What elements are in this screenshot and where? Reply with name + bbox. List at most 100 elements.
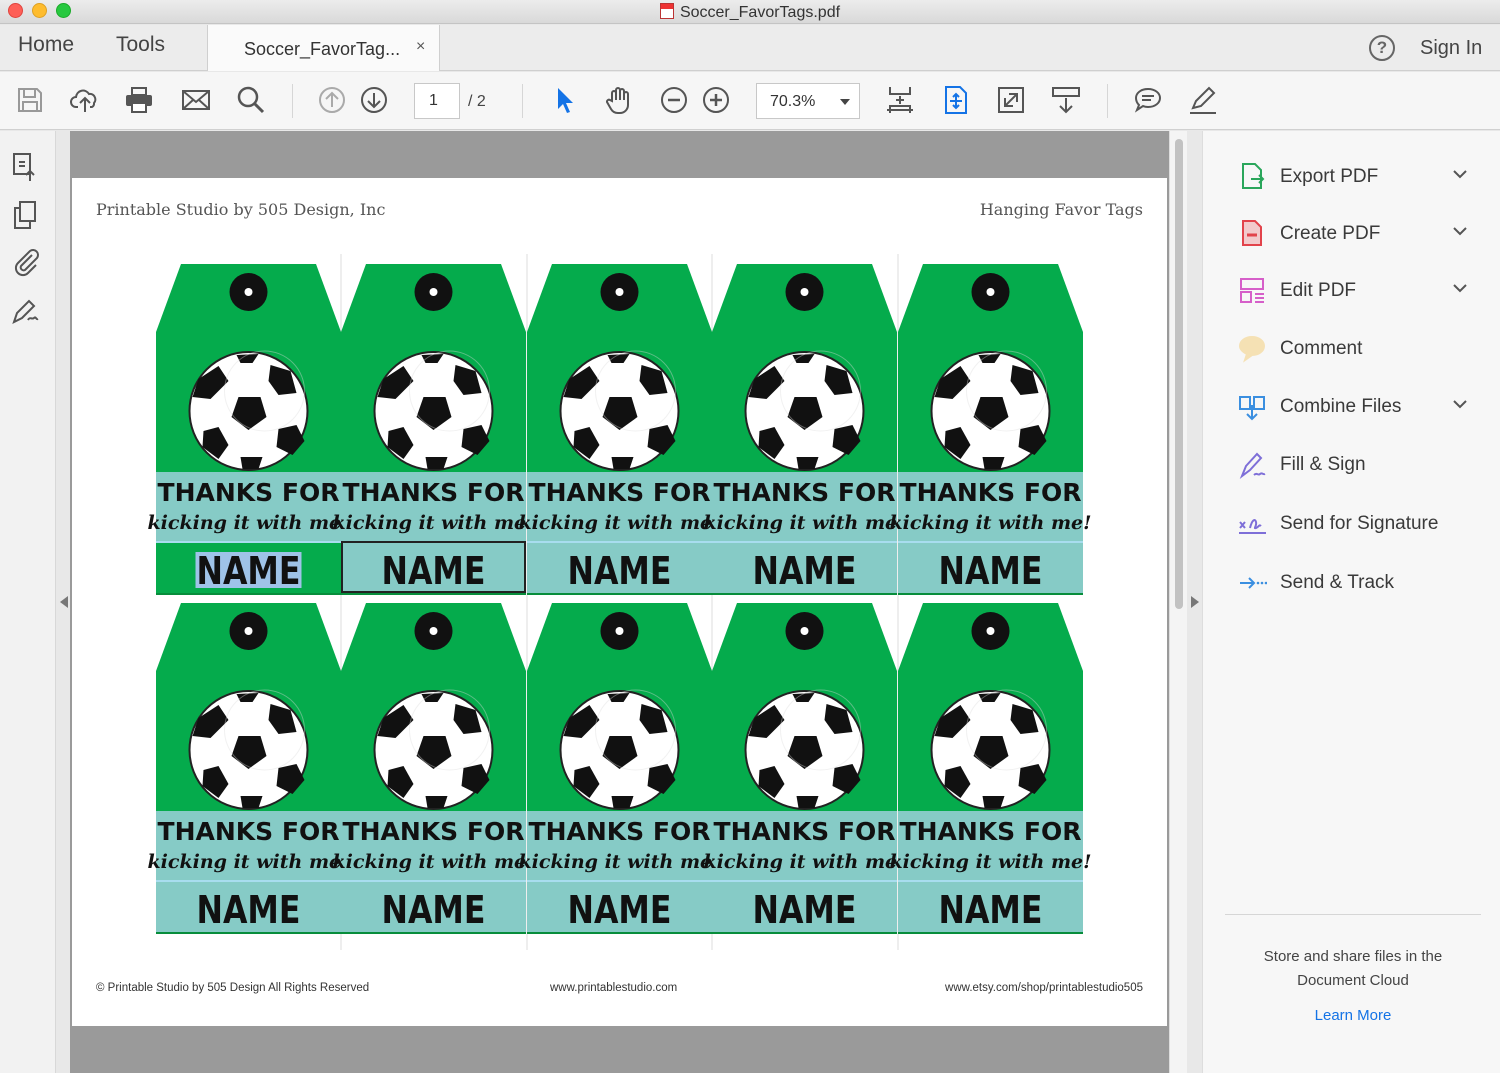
email-icon[interactable]	[180, 84, 212, 116]
prev-page-icon[interactable]	[316, 84, 348, 116]
tag-thanks-text: THANKS FOR	[343, 478, 525, 507]
favor-tag: THANKS FOR kicking it with me! NAME	[148, 264, 349, 595]
tool-label: Fill & Sign	[1280, 454, 1366, 475]
print-icon[interactable]	[123, 84, 155, 116]
soccer-ball-icon	[744, 350, 865, 471]
promo-line-2: Document Cloud	[1297, 972, 1409, 989]
attachment-icon[interactable]	[10, 245, 42, 277]
chevron-down-icon[interactable]	[1453, 281, 1467, 295]
copy-pages-icon[interactable]	[10, 199, 42, 231]
cloud-upload-icon[interactable]	[69, 84, 101, 116]
tag-thanks-text: THANKS FOR	[714, 478, 896, 507]
hand-icon[interactable]	[603, 84, 635, 116]
tool-item-export-pdf[interactable]: Export PDF	[1203, 157, 1500, 197]
pdf-page: Printable Studio by 505 Design, Inc Hang…	[72, 178, 1167, 1026]
soccer-ball-icon	[188, 350, 309, 471]
left-navigation-rail	[0, 131, 56, 1073]
expand-right-panel-icon[interactable]	[1191, 596, 1199, 608]
zoom-in-icon[interactable]	[700, 84, 732, 116]
tool-item-combine-files[interactable]: Combine Files	[1203, 387, 1500, 427]
tag-name-text: NAME	[939, 888, 1043, 932]
tab-home[interactable]: Home	[18, 33, 74, 57]
zoom-select[interactable]: 70.3%	[756, 83, 860, 119]
tag-kicking-text: kicking it with me!	[704, 851, 906, 873]
fill-sign-icon	[1237, 449, 1267, 479]
tool-label: Create PDF	[1280, 223, 1381, 244]
tag-kicking-text: kicking it with me!	[333, 851, 535, 873]
zoom-out-icon[interactable]	[658, 84, 690, 116]
page-footer-center: www.printablestudio.com	[550, 982, 678, 994]
tool-item-edit-pdf[interactable]: Edit PDF	[1203, 271, 1500, 311]
page-footer-right: www.etsy.com/shop/printablestudio505	[945, 982, 1143, 994]
tab-document-label: Soccer_FavorTag...	[244, 39, 401, 59]
collapse-left-panel-icon[interactable]	[60, 596, 68, 608]
favor-tag: THANKS FOR kicking it with me! NAME	[148, 603, 350, 934]
page-number-input[interactable]: 1	[414, 83, 460, 119]
tag-name-text: NAME	[568, 888, 672, 932]
soccer-ball-icon	[930, 350, 1051, 471]
tab-tools[interactable]: Tools	[116, 33, 165, 57]
comment-icon	[1237, 333, 1267, 363]
promo-line-1: Store and share files in the	[1263, 948, 1443, 965]
chevron-down-icon[interactable]	[1453, 224, 1467, 238]
window-title: Soccer_FavorTags.pdf	[0, 3, 1500, 22]
favor-tag-sheet: THANKS FORkicking it with me!NAMETHANKS …	[148, 254, 1092, 950]
tools-panel: Export PDF Create PDF Edit PDF Comment Combi…	[1203, 131, 1500, 1073]
tag-kicking-text: kicking it with me!	[890, 851, 1092, 873]
tag-kicking-text: kicking it with me!	[333, 512, 535, 534]
page-thumbnails-icon[interactable]	[10, 151, 42, 183]
send-track-icon	[1237, 567, 1268, 597]
favor-tag: THANKS FOR kicking it with me! NAME	[704, 603, 906, 934]
chevron-down-icon[interactable]	[1453, 397, 1467, 411]
tool-label: Comment	[1280, 338, 1363, 359]
soccer-ball-icon	[930, 689, 1051, 810]
comment-icon[interactable]	[1132, 84, 1164, 116]
tag-name-text: NAME	[568, 549, 672, 593]
tag-name-text: NAME	[382, 549, 486, 593]
page-total: / 2	[468, 93, 486, 110]
tag-name-text: NAME	[753, 888, 857, 932]
soccer-ball-icon	[373, 689, 494, 810]
combine-files-icon	[1237, 391, 1267, 421]
select-arrow-icon[interactable]	[549, 84, 581, 116]
sign-in-button[interactable]: Sign In	[1420, 37, 1482, 60]
learn-more-link[interactable]: Learn More	[1233, 1007, 1473, 1024]
tool-item-send-signature[interactable]: Send for Signature	[1203, 504, 1500, 544]
tab-document[interactable]: Soccer_FavorTag... ×	[207, 25, 440, 71]
full-screen-icon[interactable]	[995, 84, 1027, 116]
help-icon[interactable]: ?	[1369, 35, 1395, 61]
soccer-ball-icon	[188, 689, 309, 810]
tool-item-comment[interactable]: Comment	[1203, 329, 1500, 369]
vertical-scrollbar[interactable]	[1169, 131, 1187, 1073]
read-mode-icon[interactable]	[1050, 84, 1082, 116]
fit-page-icon[interactable]	[940, 84, 972, 116]
create-pdf-icon	[1237, 218, 1267, 248]
tag-kicking-text: kicking it with me!	[704, 512, 906, 534]
tag-kicking-text: kicking it with me!	[148, 851, 350, 873]
scroll-mode-icon[interactable]	[884, 84, 916, 116]
tag-name-text: NAME	[197, 888, 301, 932]
signature-pen-icon[interactable]	[10, 294, 42, 326]
chevron-down-icon[interactable]	[1453, 167, 1467, 181]
tool-item-fill-sign[interactable]: Fill & Sign	[1203, 445, 1500, 485]
page-footer-left: © Printable Studio by 505 Design All Rig…	[96, 982, 370, 994]
search-icon[interactable]	[235, 84, 267, 116]
tool-item-send-track[interactable]: Send & Track	[1203, 563, 1500, 603]
zoom-value: 70.3%	[770, 93, 816, 110]
scrollbar-thumb[interactable]	[1175, 139, 1183, 609]
send-signature-icon	[1237, 508, 1267, 538]
tag-name-text: NAME	[939, 549, 1043, 593]
tool-item-create-pdf[interactable]: Create PDF	[1203, 214, 1500, 254]
tag-name-text: NAME	[753, 549, 857, 593]
close-tab-icon[interactable]: ×	[416, 38, 425, 56]
tool-label: Combine Files	[1280, 396, 1402, 417]
tool-label: Send & Track	[1280, 572, 1395, 593]
tag-thanks-text: THANKS FOR	[529, 478, 711, 507]
window-title-text: Soccer_FavorTags.pdf	[679, 4, 841, 21]
tag-kicking-text: kicking it with me!	[519, 512, 721, 534]
tool-label: Edit PDF	[1280, 280, 1357, 301]
save-icon[interactable]	[14, 84, 46, 116]
next-page-icon[interactable]	[358, 84, 390, 116]
highlight-pen-icon[interactable]	[1187, 84, 1219, 116]
soccer-ball-icon	[559, 350, 680, 471]
